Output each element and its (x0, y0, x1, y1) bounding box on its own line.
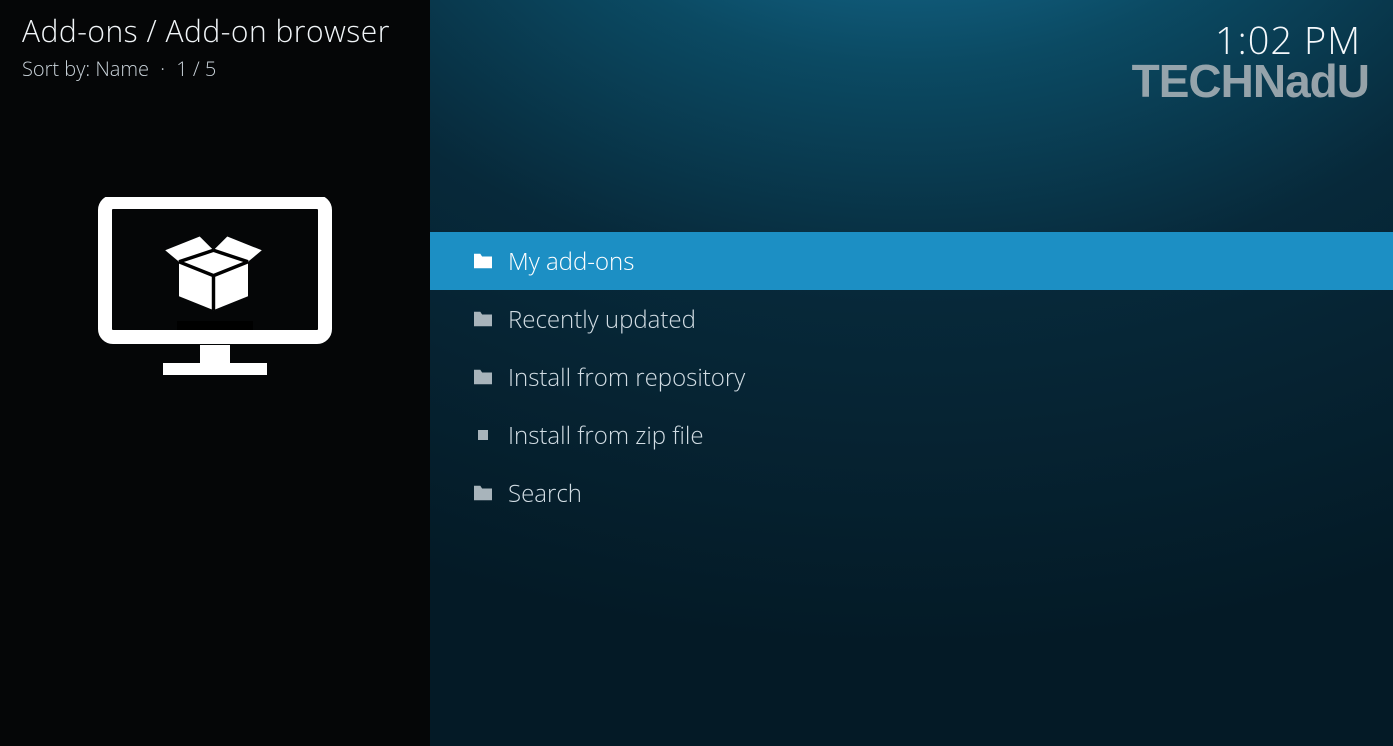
list-item-recently-updated[interactable]: Recently updated (430, 290, 1393, 348)
list-item-label: Recently updated (508, 303, 696, 336)
main-panel: 1:02 PM TeCHNadU My add-onsRecently upda… (430, 0, 1393, 746)
sidebar: Add-ons / Add-on browser Sort by: Name ·… (0, 0, 430, 746)
list-item-label: Install from zip file (508, 419, 704, 452)
sort-prefix: Sort by: (22, 55, 90, 82)
folder-icon (460, 310, 506, 328)
sort-separator: · (154, 55, 171, 82)
list-item-install-from-repository[interactable]: Install from repository (430, 348, 1393, 406)
list-item-label: My add-ons (508, 245, 634, 278)
folder-icon (460, 368, 506, 386)
addon-list: My add-ons Recently updated Install from r… (430, 232, 1393, 522)
list-item-search[interactable]: Search (430, 464, 1393, 522)
folder-icon (460, 252, 506, 270)
watermark-technadu: TeCHNadU (1132, 54, 1369, 108)
file-icon (460, 428, 506, 442)
breadcrumb: Add-ons / Add-on browser (22, 10, 408, 51)
list-item-install-from-zip-file[interactable]: Install from zip file (430, 406, 1393, 464)
category-monitor-icon (22, 197, 408, 377)
folder-icon (460, 484, 506, 502)
list-item-label: Search (508, 477, 582, 510)
sort-value: Name (95, 55, 149, 82)
sort-line[interactable]: Sort by: Name · 1 / 5 (22, 55, 408, 82)
list-position: 1 / 5 (176, 55, 216, 82)
list-item-label: Install from repository (508, 361, 745, 394)
list-item-my-add-ons[interactable]: My add-ons (430, 232, 1393, 290)
